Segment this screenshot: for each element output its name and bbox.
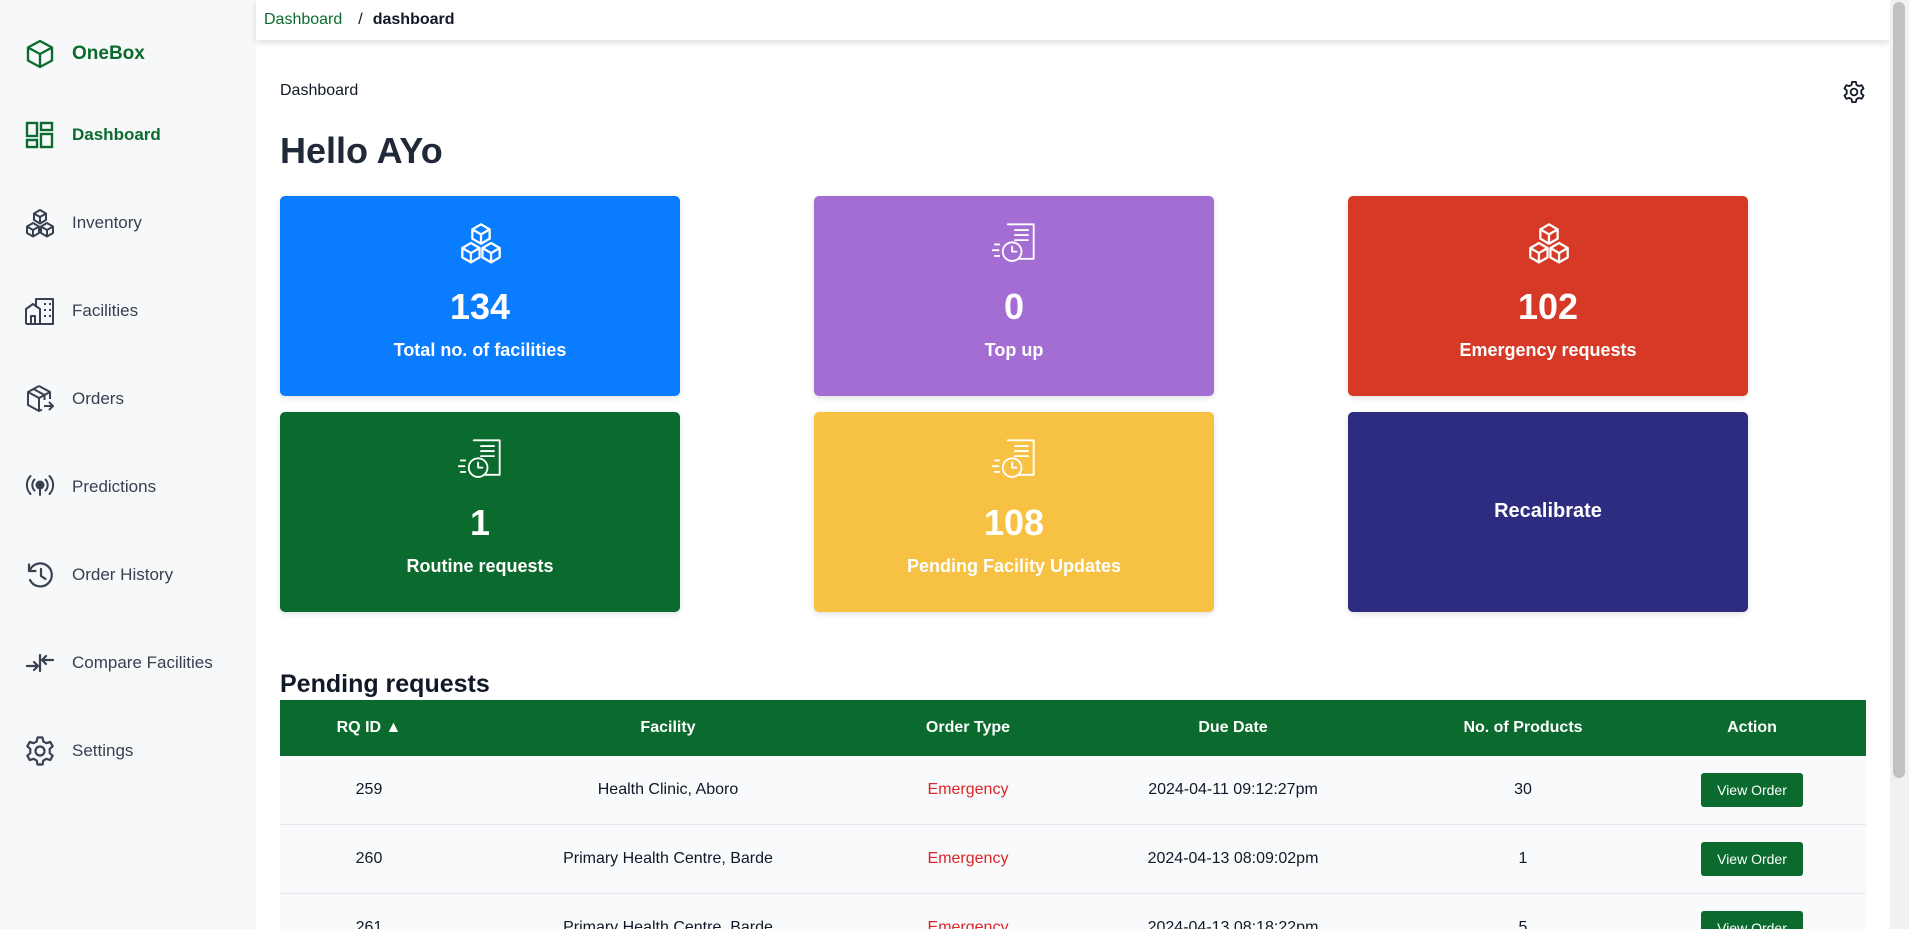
sidebar-item-label: Inventory	[72, 213, 142, 232]
table-row: 260 Primary Health Centre, Barde Emergen…	[280, 825, 1866, 894]
recalibrate-button[interactable]: Recalibrate	[1348, 412, 1748, 612]
brand-name: OneBox	[72, 43, 145, 64]
cell-facility: Health Clinic, Aboro	[597, 781, 739, 798]
sidebar-item-orders[interactable]: Orders	[24, 383, 124, 415]
card-routine-requests[interactable]: 1 Routine requests	[280, 412, 680, 612]
cell-order-type: Emergency	[927, 919, 1009, 929]
sidebar-item-label: Dashboard	[72, 125, 161, 144]
cell-rq-id: 261	[355, 919, 383, 929]
card-label: Routine requests	[406, 556, 554, 576]
building-icon	[25, 298, 54, 325]
cell-products: 1	[1518, 850, 1528, 867]
cell-rq-id: 260	[355, 850, 383, 867]
document-clock-icon	[458, 439, 501, 478]
card-label: Total no. of facilities	[393, 340, 567, 360]
cell-facility: Primary Health Centre, Barde	[563, 850, 773, 867]
document-clock-icon	[992, 223, 1035, 262]
compare-arrows-icon	[25, 653, 55, 673]
card-label: Emergency requests	[1459, 340, 1637, 360]
boxes-icon	[461, 223, 501, 264]
cell-due-date: 2024-04-13 08:18:22pm	[1147, 919, 1319, 929]
recalibrate-label: Recalibrate	[1494, 500, 1602, 522]
sidebar-item-compare-facilities[interactable]: Compare Facilities	[24, 647, 213, 679]
column-header-rq-id[interactable]: RQ ID ▲	[280, 719, 458, 737]
card-value: 108	[983, 502, 1045, 543]
view-order-button[interactable]: View Order	[1701, 773, 1803, 807]
sidebar-item-settings[interactable]: Settings	[24, 735, 133, 767]
card-top-up[interactable]: 0 Top up	[814, 196, 1214, 396]
scrollbar-thumb[interactable]	[1893, 2, 1905, 778]
cell-products: 5	[1518, 919, 1528, 929]
card-value: 0	[1003, 286, 1025, 327]
history-icon	[27, 562, 53, 588]
cell-order-type: Emergency	[927, 850, 1009, 867]
sidebar-item-label: Facilities	[72, 301, 139, 320]
dashboard-icon	[25, 121, 54, 149]
card-value: 1	[469, 502, 491, 543]
sidebar-item-facilities[interactable]: Facilities	[24, 295, 138, 327]
sidebar: OneBox Dashboard Inventory Facilities Or…	[0, 0, 256, 929]
cube-logo-icon	[26, 39, 54, 69]
cell-facility: Primary Health Centre, Barde	[563, 919, 773, 929]
sidebar-item-label: Order History	[72, 565, 174, 584]
breadcrumb-link-dashboard[interactable]: Dashboard	[264, 11, 342, 29]
card-label: Top up	[984, 340, 1044, 360]
sidebar-item-label: Settings	[72, 741, 134, 760]
document-clock-icon	[992, 439, 1035, 478]
card-label: Pending Facility Updates	[906, 556, 1122, 576]
table-header: RQ ID ▲ Facility Order Type Due Date No.…	[280, 700, 1866, 756]
breadcrumb-separator: /	[358, 11, 363, 28]
column-header-action: Action	[1727, 719, 1777, 736]
view-order-button[interactable]: View Order	[1701, 842, 1803, 876]
settings-gear-icon[interactable]	[1842, 80, 1866, 104]
cell-rq-id: 259	[355, 781, 383, 798]
sidebar-item-order-history[interactable]: Order History	[24, 559, 173, 591]
card-value: 134	[449, 286, 511, 327]
column-header-order-type[interactable]: Order Type	[878, 719, 1058, 737]
sidebar-item-label: Predictions	[72, 477, 157, 496]
cell-order-type: Emergency	[927, 781, 1009, 798]
column-header-due-date[interactable]: Due Date	[1058, 719, 1408, 737]
column-header-facility[interactable]: Facility	[458, 719, 878, 737]
card-total-facilities[interactable]: 134 Total no. of facilities	[280, 196, 680, 396]
pending-requests-table: RQ ID ▲ Facility Order Type Due Date No.…	[280, 700, 1866, 929]
sidebar-item-label: Compare Facilities	[72, 653, 213, 672]
sidebar-item-predictions[interactable]: Predictions	[24, 471, 156, 503]
card-value: 102	[1517, 286, 1579, 327]
cell-due-date: 2024-04-13 08:09:02pm	[1147, 850, 1319, 867]
cell-due-date: 2024-04-11 09:12:27pm	[1148, 781, 1318, 798]
page-subtitle: Dashboard	[280, 82, 359, 99]
breadcrumb: Dashboard / dashboard	[256, 0, 1890, 40]
table-row: 261 Primary Health Centre, Barde Emergen…	[280, 894, 1866, 929]
gear-icon	[26, 736, 54, 766]
card-pending-facility-updates[interactable]: 108 Pending Facility Updates	[814, 412, 1214, 612]
boxes-icon	[1529, 223, 1569, 264]
broadcast-icon	[25, 475, 55, 496]
sidebar-item-inventory[interactable]: Inventory	[24, 207, 142, 239]
cell-products: 30	[1514, 781, 1532, 798]
sidebar-item-label: Orders	[72, 389, 124, 408]
table-row: 259 Health Clinic, Aboro Emergency 2024-…	[280, 756, 1866, 825]
column-header-products[interactable]: No. of Products	[1408, 719, 1638, 737]
box-arrow-icon	[27, 385, 54, 412]
view-order-button[interactable]: View Order	[1701, 911, 1803, 929]
boxes-icon	[26, 209, 54, 238]
sidebar-item-dashboard[interactable]: Dashboard	[24, 119, 161, 151]
card-emergency-requests[interactable]: 102 Emergency requests	[1348, 196, 1748, 396]
breadcrumb-current: dashboard	[372, 11, 455, 28]
brand[interactable]: OneBox	[24, 38, 145, 70]
section-title-pending-requests: Pending requests	[280, 670, 490, 698]
greeting-heading: Hello AYo	[280, 130, 443, 171]
